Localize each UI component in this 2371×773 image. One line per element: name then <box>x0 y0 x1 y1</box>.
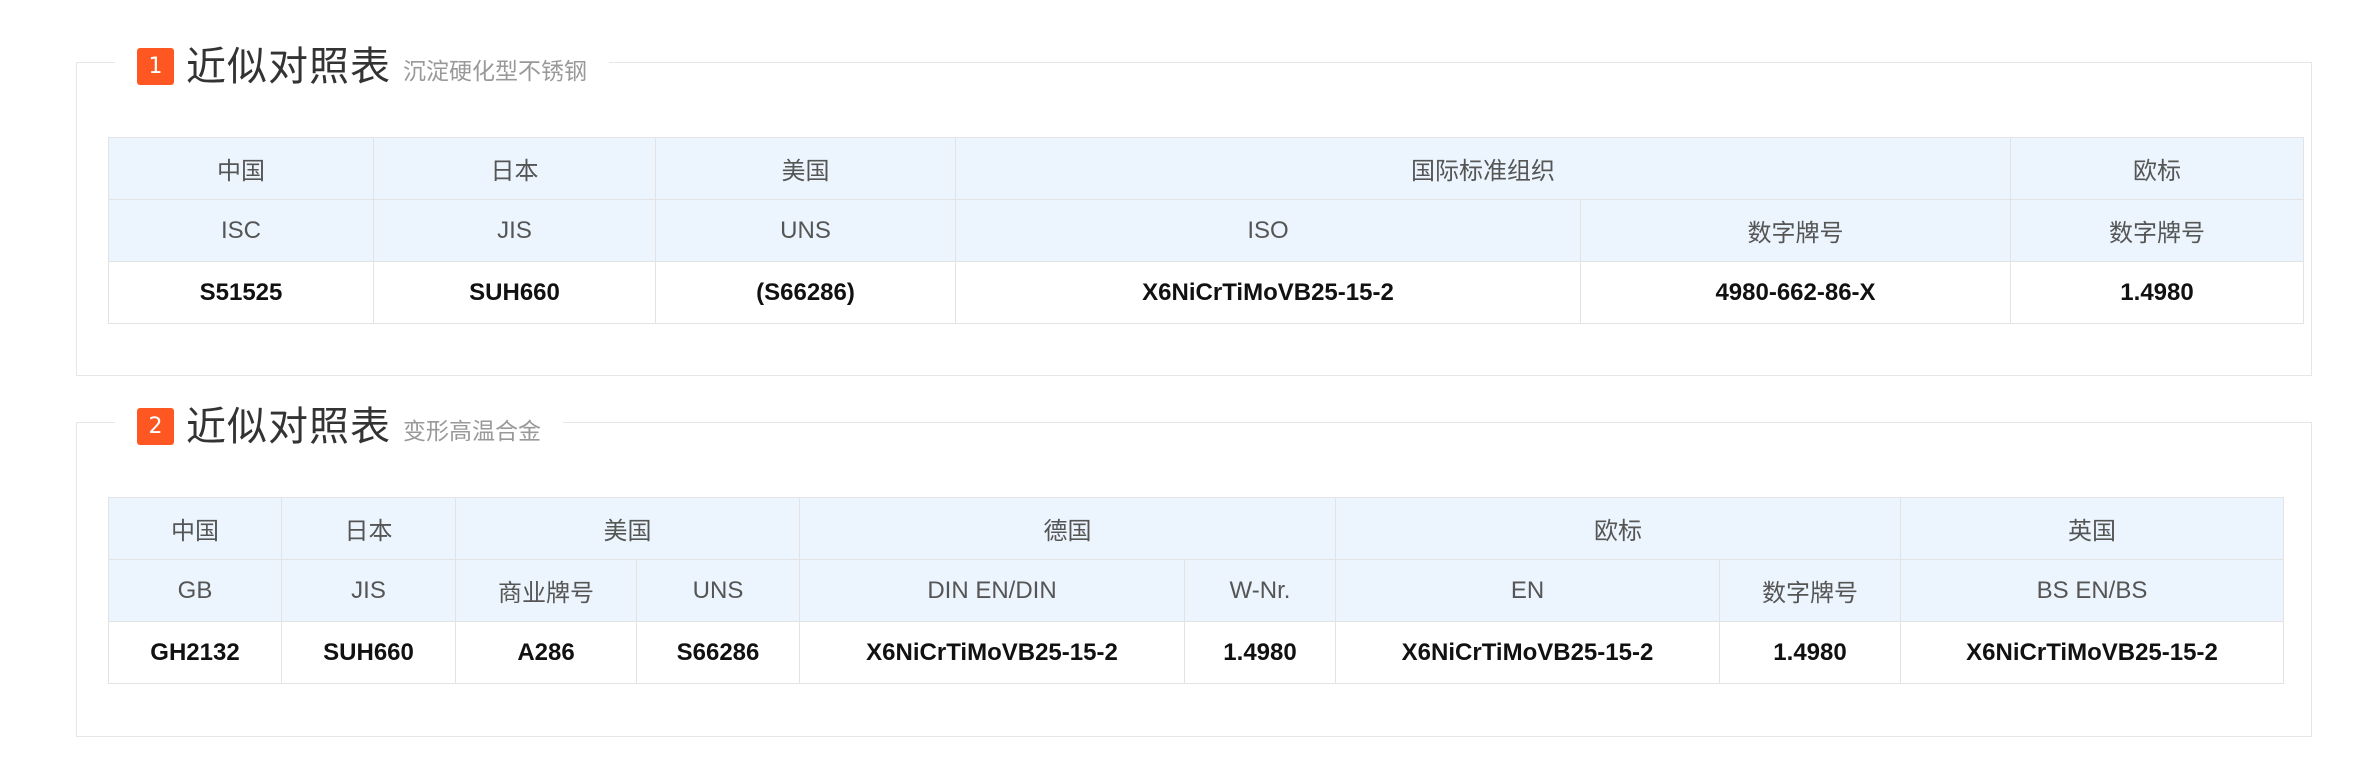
value-cell: (S66286) <box>655 261 956 324</box>
header-cell: 美国 <box>455 497 800 560</box>
header-cell: 中国 <box>108 497 282 560</box>
header-cell: 数字牌号 <box>1580 199 2011 262</box>
value-cell: GH2132 <box>108 621 282 684</box>
value-cell: 1.4980 <box>2010 261 2304 324</box>
header-cell: JIS <box>281 559 456 622</box>
comparison-table-1: 中国 日本 美国 国际标准组织 欧标 ISC JIS UNS ISO 数字牌号 … <box>108 137 2304 324</box>
value-cell: S51525 <box>108 261 374 324</box>
value-cell: X6NiCrTiMoVB25-15-2 <box>1900 621 2284 684</box>
value-cell: S66286 <box>636 621 800 684</box>
header-cell: 欧标 <box>1335 497 1901 560</box>
header-cell: 德国 <box>799 497 1336 560</box>
header-cell: 日本 <box>373 137 656 200</box>
header-cell: EN <box>1335 559 1720 622</box>
value-cell: SUH660 <box>281 621 456 684</box>
header-cell: 日本 <box>281 497 456 560</box>
header-cell: BS EN/BS <box>1900 559 2284 622</box>
value-cell: X6NiCrTiMoVB25-15-2 <box>955 261 1581 324</box>
comparison-table-2: 中国 日本 美国 德国 欧标 英国 GB JIS 商业牌号 UNS DIN EN… <box>108 497 2284 684</box>
section-subtitle: 变形高温合金 <box>403 419 541 445</box>
comparison-section-2: 2 近似对照表 变形高温合金 中国 日本 美国 德国 欧标 英国 GB JIS … <box>76 393 2312 737</box>
table-header-row-country: 中国 日本 美国 德国 欧标 英国 <box>108 497 2284 560</box>
header-cell: DIN EN/DIN <box>799 559 1185 622</box>
section-legend: 1 近似对照表 沉淀硬化型不锈钢 <box>115 33 609 93</box>
header-cell: ISC <box>108 199 374 262</box>
header-cell: W-Nr. <box>1184 559 1336 622</box>
table-header-row-country: 中国 日本 美国 国际标准组织 欧标 <box>108 137 2304 200</box>
header-cell: 国际标准组织 <box>955 137 2011 200</box>
header-cell: UNS <box>636 559 800 622</box>
comparison-section-1: 1 近似对照表 沉淀硬化型不锈钢 中国 日本 美国 国际标准组织 欧标 ISC … <box>76 33 2312 376</box>
value-cell: 1.4980 <box>1184 621 1336 684</box>
header-cell: 数字牌号 <box>1719 559 1901 622</box>
section-legend: 2 近似对照表 变形高温合金 <box>115 393 563 453</box>
value-cell: X6NiCrTiMoVB25-15-2 <box>799 621 1185 684</box>
section-title: 近似对照表 <box>186 404 391 450</box>
header-cell: JIS <box>373 199 656 262</box>
value-cell: 4980-662-86-X <box>1580 261 2011 324</box>
header-cell: UNS <box>655 199 956 262</box>
header-cell: ISO <box>955 199 1581 262</box>
header-cell: 数字牌号 <box>2010 199 2304 262</box>
header-cell: 商业牌号 <box>455 559 637 622</box>
section-number-badge: 2 <box>137 407 174 445</box>
header-cell: 中国 <box>108 137 374 200</box>
table-row: GH2132 SUH660 A286 S66286 X6NiCrTiMoVB25… <box>108 621 2284 684</box>
value-cell: X6NiCrTiMoVB25-15-2 <box>1335 621 1720 684</box>
header-cell: 美国 <box>655 137 956 200</box>
header-cell: GB <box>108 559 282 622</box>
value-cell: 1.4980 <box>1719 621 1901 684</box>
section-subtitle: 沉淀硬化型不锈钢 <box>403 59 587 85</box>
section-number-badge: 1 <box>137 47 174 85</box>
table-row: S51525 SUH660 (S66286) X6NiCrTiMoVB25-15… <box>108 261 2304 324</box>
table-header-row-standard: ISC JIS UNS ISO 数字牌号 数字牌号 <box>108 199 2304 262</box>
header-cell: 英国 <box>1900 497 2284 560</box>
section-title: 近似对照表 <box>186 44 391 90</box>
value-cell: SUH660 <box>373 261 656 324</box>
header-cell: 欧标 <box>2010 137 2304 200</box>
value-cell: A286 <box>455 621 637 684</box>
table-header-row-standard: GB JIS 商业牌号 UNS DIN EN/DIN W-Nr. EN 数字牌号… <box>108 559 2284 622</box>
